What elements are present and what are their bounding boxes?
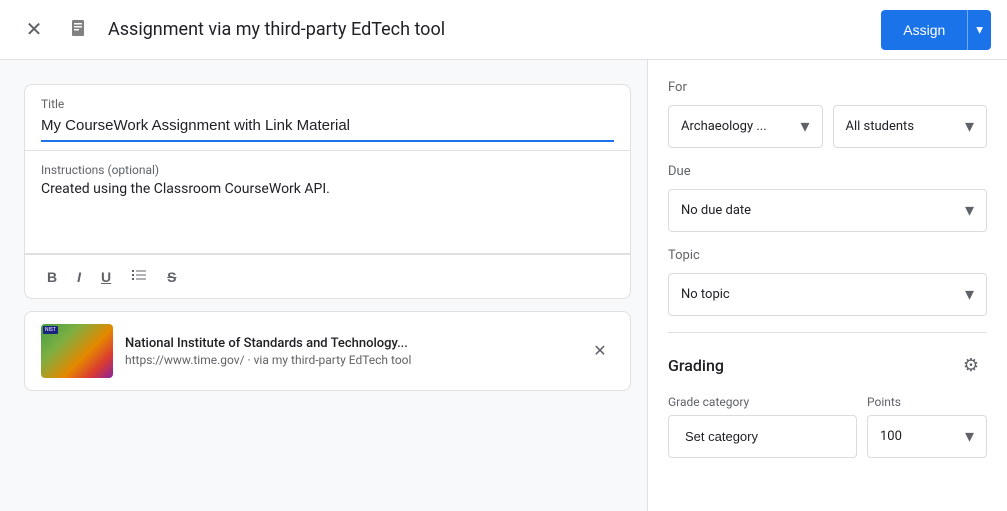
grade-category-label: Grade category [668, 395, 857, 409]
close-button[interactable]: ✕ [16, 12, 52, 48]
class-dropdown[interactable]: Archaeology ... ▾ [668, 105, 823, 148]
attachment-card: NIST National Institute of Standards and… [24, 311, 631, 391]
topbar-left: ✕ Assignment via my third-party EdTech t… [16, 12, 881, 48]
grading-title: Grading [668, 356, 724, 375]
topic-label: Topic [668, 248, 987, 263]
title-section: Title [25, 85, 630, 151]
assign-button-group: Assign ▾ [881, 10, 991, 50]
main-content: Title Instructions (optional) Created us… [0, 60, 1007, 511]
class-value: Archaeology ... [681, 119, 767, 134]
due-dropdown-arrow-icon: ▾ [965, 200, 974, 221]
gear-icon: ⚙ [963, 355, 979, 376]
topic-value: No topic [681, 287, 730, 302]
title-input[interactable] [41, 117, 614, 134]
grading-settings-button[interactable]: ⚙ [955, 349, 987, 381]
assign-button[interactable]: Assign [881, 10, 967, 50]
grading-header: Grading ⚙ [668, 349, 987, 381]
grading-row: Set category 100 ▾ [668, 415, 987, 458]
topic-dropdown[interactable]: No topic ▾ [668, 273, 987, 316]
for-row: Archaeology ... ▾ All students ▾ [668, 105, 987, 148]
assign-dropdown-arrow-icon: ▾ [976, 22, 983, 38]
attachment-thumbnail: NIST [41, 324, 113, 378]
assignment-card: Title Instructions (optional) Created us… [24, 84, 631, 299]
page-title: Assignment via my third-party EdTech too… [108, 19, 445, 40]
students-dropdown-arrow-icon: ▾ [965, 116, 974, 137]
set-category-button[interactable]: Set category [668, 415, 857, 458]
bold-button[interactable]: B [41, 265, 63, 289]
attachment-title: National Institute of Standards and Tech… [125, 336, 574, 351]
list-icon [131, 267, 147, 283]
title-label: Title [41, 97, 614, 111]
instructions-section: Instructions (optional) Created using th… [25, 151, 630, 254]
points-label: Points [867, 395, 987, 409]
due-value: No due date [681, 203, 751, 218]
topbar: ✕ Assignment via my third-party EdTech t… [0, 0, 1007, 60]
attachment-url: https://www.time.gov/ · via my third-par… [125, 353, 574, 367]
topic-dropdown-arrow-icon: ▾ [965, 284, 974, 305]
title-underline [41, 140, 614, 142]
students-dropdown[interactable]: All students ▾ [833, 105, 988, 148]
underline-button[interactable]: U [95, 265, 117, 289]
document-icon [64, 14, 96, 46]
strikethrough-button[interactable]: S [161, 265, 182, 289]
for-label: For [668, 80, 987, 95]
due-label: Due [668, 164, 987, 179]
class-dropdown-arrow-icon: ▾ [800, 116, 809, 137]
map-image: NIST [41, 324, 113, 378]
instructions-text[interactable]: Created using the Classroom CourseWork A… [41, 181, 614, 241]
points-dropdown[interactable]: 100 ▾ [867, 415, 987, 458]
list-button[interactable] [125, 263, 153, 290]
grading-labels: Grade category Points [668, 395, 987, 409]
points-dropdown-arrow-icon: ▾ [965, 426, 974, 447]
attachment-close-button[interactable]: ✕ [586, 337, 614, 365]
section-divider [668, 332, 987, 333]
due-dropdown[interactable]: No due date ▾ [668, 189, 987, 232]
points-value: 100 [880, 429, 902, 444]
students-value: All students [846, 119, 915, 134]
set-category-label: Set category [685, 429, 758, 444]
assign-dropdown-button[interactable]: ▾ [967, 10, 991, 50]
toolbar-section: B I U S [25, 254, 630, 298]
right-panel: For Archaeology ... ▾ All students ▾ Due… [647, 60, 1007, 511]
instructions-label: Instructions (optional) [41, 163, 614, 177]
left-panel: Title Instructions (optional) Created us… [0, 60, 647, 511]
italic-button[interactable]: I [71, 265, 87, 289]
attachment-info: National Institute of Standards and Tech… [125, 336, 574, 367]
